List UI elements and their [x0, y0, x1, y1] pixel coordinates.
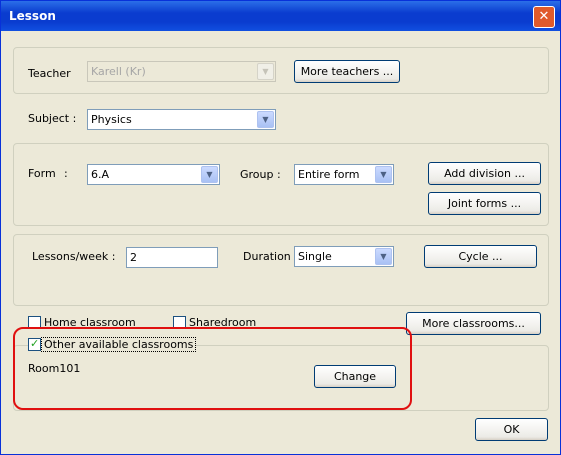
chevron-down-icon: ▼: [257, 111, 274, 128]
lessons-week-value: 2: [130, 251, 137, 264]
cycle-button[interactable]: Cycle ...: [424, 245, 537, 268]
subject-value: Physics: [91, 113, 132, 126]
more-classrooms-button[interactable]: More classrooms...: [406, 312, 541, 335]
chevron-down-icon: ▼: [375, 248, 392, 265]
chevron-down-icon: ▼: [201, 166, 218, 183]
form-label: Form: [28, 167, 56, 180]
joint-forms-button[interactable]: Joint forms ...: [428, 192, 541, 215]
window-title: Lesson: [9, 9, 56, 23]
duration-label: Duration: [243, 250, 291, 263]
more-teachers-button[interactable]: More teachers ...: [294, 60, 400, 83]
duration-value: Single: [298, 250, 332, 263]
subject-label: Subject :: [28, 112, 77, 125]
subject-select[interactable]: Physics ▼: [87, 109, 276, 130]
close-button[interactable]: ✕: [533, 6, 555, 28]
teacher-value: Karell (Kr): [91, 65, 146, 78]
form-select[interactable]: 6.A ▼: [87, 164, 220, 185]
lessons-week-label: Lessons/week :: [32, 250, 116, 263]
teacher-label: Teacher: [28, 67, 71, 80]
duration-select[interactable]: Single ▼: [294, 246, 394, 267]
chevron-down-icon: ▼: [257, 63, 274, 80]
form-colon: :: [64, 167, 68, 180]
close-icon: ✕: [538, 9, 550, 24]
chevron-down-icon: ▼: [375, 166, 392, 183]
lesson-dialog: Lesson ✕ Teacher Karell (Kr) ▼ More teac…: [0, 0, 561, 455]
title-bar[interactable]: Lesson ✕: [1, 1, 560, 31]
ok-button[interactable]: OK: [475, 418, 548, 441]
group-value: Entire form: [298, 168, 360, 181]
group-label: Group :: [240, 168, 281, 181]
teacher-select[interactable]: Karell (Kr) ▼: [87, 61, 276, 82]
add-division-button[interactable]: Add division ...: [428, 162, 541, 185]
group-select[interactable]: Entire form ▼: [294, 164, 394, 185]
lessons-week-input[interactable]: 2: [126, 247, 218, 268]
form-value: 6.A: [91, 168, 110, 181]
highlight-box: [13, 327, 412, 410]
